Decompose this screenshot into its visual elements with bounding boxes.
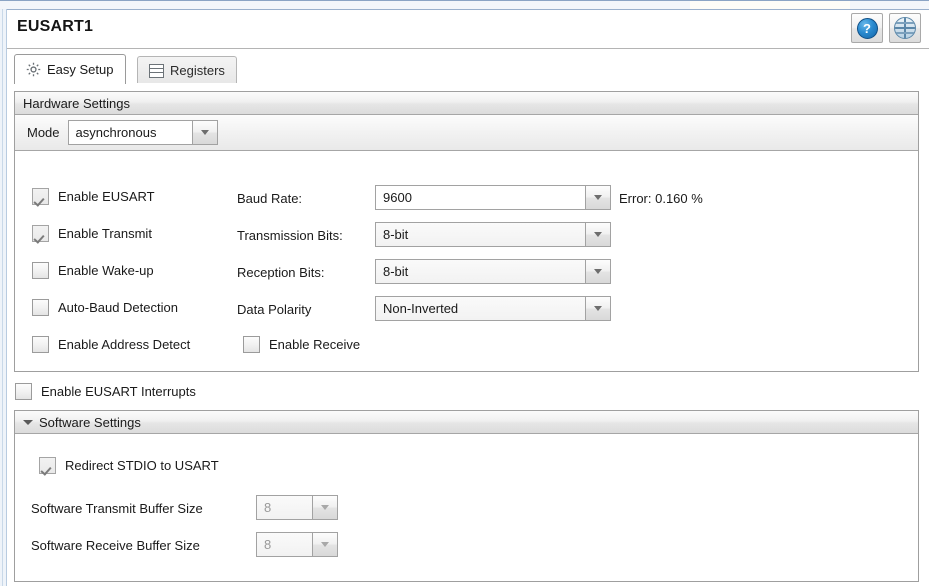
mode-value: asynchronous <box>67 120 192 145</box>
editor-tabstrip[interactable] <box>0 0 929 10</box>
hardware-settings-header: Hardware Settings <box>15 92 918 115</box>
mode-bar: Mode asynchronous <box>15 115 918 151</box>
chevron-down-icon[interactable] <box>585 222 611 247</box>
value-software-transmit-buffer-size: 8 <box>256 495 312 520</box>
checkbox-input-enable-eusart-interrupts[interactable] <box>15 383 32 400</box>
window-left-edge <box>0 9 7 586</box>
checkbox-label-enable-receive: Enable Receive <box>269 337 361 352</box>
chevron-down-icon[interactable] <box>312 495 338 520</box>
chevron-down-icon[interactable] <box>585 259 611 284</box>
datasheet-button[interactable] <box>889 13 921 43</box>
checkbox-enable-eusart[interactable]: Enable EUSART <box>32 188 155 205</box>
combobox-transmission-bits[interactable]: 8-bit <box>375 222 611 247</box>
software-settings-title: Software Settings <box>39 414 141 430</box>
value-software-receive-buffer-size: 8 <box>256 532 312 557</box>
checkbox-input-auto-baud-detection[interactable] <box>32 299 49 316</box>
label-transmission-bits: Transmission Bits: <box>237 228 343 243</box>
checkbox-label-enable-wakeup: Enable Wake-up <box>58 263 154 278</box>
combobox-software-receive-buffer-size[interactable]: 8 <box>256 532 338 557</box>
checkbox-input-redirect-stdio[interactable] <box>39 457 56 474</box>
value-reception-bits: 8-bit <box>375 259 585 284</box>
checkbox-input-enable-wakeup[interactable] <box>32 262 49 279</box>
title-bar-buttons: ? <box>851 13 921 43</box>
mode-label: Mode <box>27 125 60 140</box>
chevron-down-icon[interactable] <box>585 296 611 321</box>
checkbox-enable-transmit[interactable]: Enable Transmit <box>32 225 152 242</box>
checkbox-label-redirect-stdio: Redirect STDIO to USART <box>65 458 219 473</box>
editor-tab-segment[interactable] <box>265 0 406 9</box>
combobox-software-transmit-buffer-size[interactable]: 8 <box>256 495 338 520</box>
editor-tab-segment[interactable] <box>405 0 541 9</box>
checkbox-label-enable-eusart-interrupts: Enable EUSART Interrupts <box>41 384 196 399</box>
globe-icon <box>894 17 916 39</box>
value-baud-rate[interactable]: 9600 <box>375 185 585 210</box>
combobox-data-polarity[interactable]: Non-Inverted <box>375 296 611 321</box>
help-circle-icon: ? <box>856 17 878 39</box>
editor-tab-segment[interactable] <box>0 0 51 9</box>
panel-title-bar: EUSART1 ? <box>7 10 929 49</box>
editor-tab-segment[interactable] <box>160 0 266 9</box>
tab-active-underline <box>7 83 929 84</box>
label-software-transmit-buffer-size: Software Transmit Buffer Size <box>31 501 203 516</box>
help-button[interactable]: ? <box>851 13 883 43</box>
tab-label-easy-setup: Easy Setup <box>47 62 114 77</box>
checkbox-enable-eusart-interrupts[interactable]: Enable EUSART Interrupts <box>15 383 196 400</box>
page-title: EUSART1 <box>17 18 94 35</box>
label-software-receive-buffer-size: Software Receive Buffer Size <box>31 538 200 553</box>
checkbox-input-enable-transmit[interactable] <box>32 225 49 242</box>
tab-easy-setup[interactable]: Easy Setup <box>14 54 126 84</box>
checkbox-label-enable-eusart: Enable EUSART <box>58 189 155 204</box>
checkbox-auto-baud-detection[interactable]: Auto-Baud Detection <box>32 299 178 316</box>
checkbox-redirect-stdio[interactable]: Redirect STDIO to USART <box>39 457 219 474</box>
chevron-down-icon[interactable] <box>191 120 218 145</box>
hardware-settings-group: Hardware Settings Mode asynchronous Enab… <box>14 91 919 372</box>
tab-registers[interactable]: Registers <box>137 56 237 84</box>
combobox-reception-bits[interactable]: 8-bit <box>375 259 611 284</box>
checkbox-enable-address-detect[interactable]: Enable Address Detect <box>32 336 190 353</box>
chevron-down-icon[interactable] <box>312 532 338 557</box>
baud-rate-error-text: Error: 0.160 % <box>619 191 703 206</box>
registers-icon <box>149 63 164 78</box>
value-data-polarity: Non-Inverted <box>375 296 585 321</box>
checkbox-input-enable-receive[interactable] <box>243 336 260 353</box>
checkbox-enable-receive[interactable]: Enable Receive <box>243 336 360 353</box>
chevron-down-icon[interactable] <box>585 185 611 210</box>
tab-label-registers: Registers <box>170 63 225 78</box>
label-baud-rate: Baud Rate: <box>237 191 303 206</box>
software-settings-group: Software Settings Redirect STDIO to USAR… <box>14 410 919 582</box>
editor-tab-segment[interactable] <box>50 0 161 9</box>
checkbox-label-auto-baud-detection: Auto-Baud Detection <box>58 300 178 315</box>
editor-tab-segment-active[interactable] <box>690 0 851 9</box>
label-reception-bits: Reception Bits: <box>237 265 325 280</box>
software-settings-header[interactable]: Software Settings <box>15 411 918 434</box>
gear-icon <box>26 62 41 77</box>
window-left-edge-line <box>2 9 3 586</box>
editor-tab-segment[interactable] <box>540 0 691 9</box>
checkbox-label-enable-address-detect: Enable Address Detect <box>58 337 191 352</box>
editor-tab-segment[interactable] <box>850 0 929 9</box>
checkbox-label-enable-transmit: Enable Transmit <box>58 226 152 241</box>
label-data-polarity: Data Polarity <box>237 302 312 317</box>
checkbox-input-enable-eusart[interactable] <box>32 188 49 205</box>
combobox-baud-rate[interactable]: 9600 <box>375 185 611 210</box>
checkbox-enable-wakeup[interactable]: Enable Wake-up <box>32 262 154 279</box>
chevron-down-icon[interactable] <box>23 419 33 425</box>
mode-combobox[interactable]: asynchronous <box>67 120 218 145</box>
peripheral-tabbar: Easy Setup Registers <box>7 52 929 84</box>
checkbox-input-enable-address-detect[interactable] <box>32 336 49 353</box>
eusart-configuration-panel: EUSART1 ? Easy Setup Registers Hardware … <box>0 0 929 586</box>
hardware-settings-title: Hardware Settings <box>23 95 130 111</box>
value-transmission-bits: 8-bit <box>375 222 585 247</box>
